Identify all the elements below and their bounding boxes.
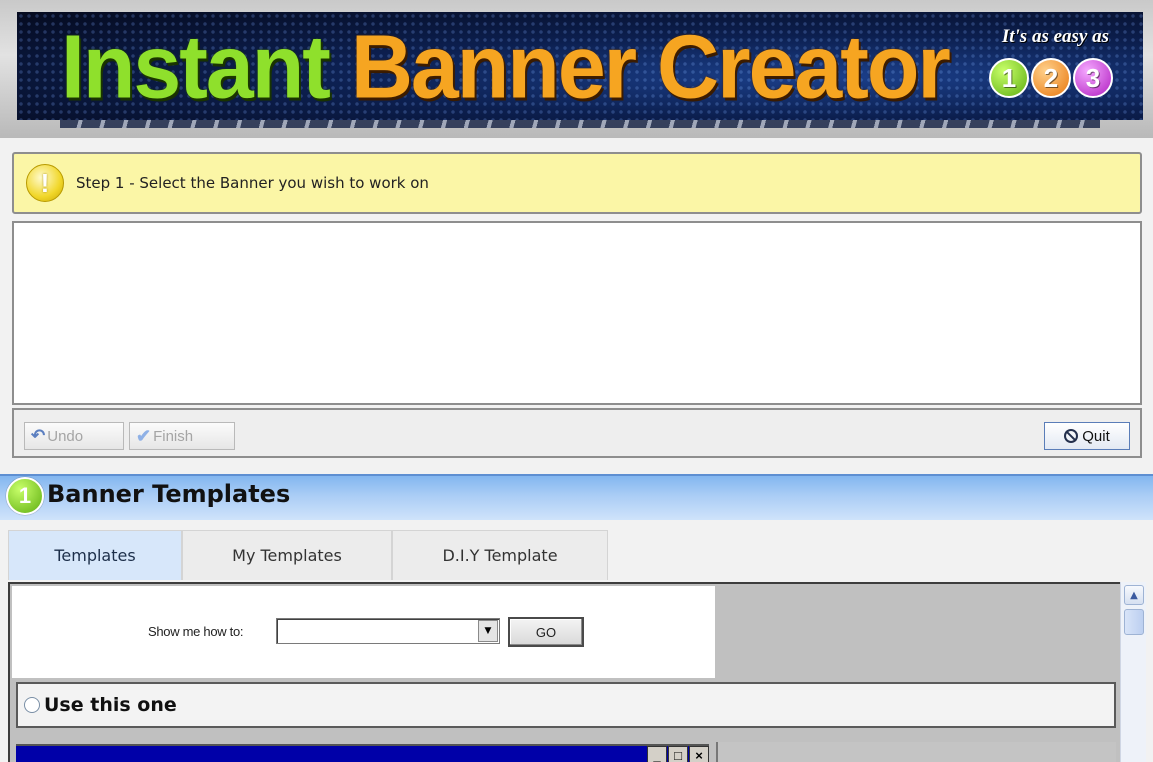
header-frame: Instant Banner Creator It's as easy as 1… — [0, 0, 1153, 138]
scroll-up-icon[interactable]: ▲ — [1124, 585, 1144, 605]
step-badges: 1 2 3 — [989, 58, 1113, 98]
templates-panel: Show me how to: ▼ GO Use this one _ □ × — [8, 582, 1120, 762]
show-me-label: Show me how to: — [148, 624, 244, 639]
checkmark-icon: ✔ — [136, 425, 152, 446]
badge-2: 2 — [1031, 58, 1071, 98]
step-instruction-bar: ! Step 1 - Select the Banner you wish to… — [12, 152, 1142, 214]
panel-scrollbar[interactable]: ▲ — [1120, 582, 1146, 762]
section-title: Banner Templates — [47, 480, 291, 508]
window-controls: _ □ × — [647, 746, 709, 762]
scroll-thumb[interactable] — [1124, 609, 1144, 635]
app-title-banner: Banner — [350, 16, 637, 118]
tab-diy-template[interactable]: D.I.Y Template — [392, 530, 608, 580]
quit-icon — [1064, 429, 1079, 443]
step-instruction-text: Step 1 - Select the Banner you wish to w… — [76, 174, 429, 192]
quit-label: Quit — [1082, 427, 1110, 445]
badge-3: 3 — [1073, 58, 1113, 98]
close-icon[interactable]: × — [689, 746, 709, 762]
app-banner: Instant Banner Creator It's as easy as 1… — [17, 12, 1143, 120]
templates-section-header: 1 Banner Templates — [0, 474, 1153, 520]
warning-icon: ! — [26, 164, 64, 202]
template-preview-window: _ □ × — [16, 744, 709, 762]
badge-1: 1 — [989, 58, 1029, 98]
go-button[interactable]: GO — [508, 617, 584, 647]
tab-templates[interactable]: Templates — [8, 530, 182, 580]
undo-icon: ↶ — [31, 426, 46, 445]
template-tabs: Templates My Templates D.I.Y Template — [8, 530, 608, 580]
tagline: It's as easy as — [1001, 26, 1109, 47]
banner-work-area[interactable] — [12, 221, 1142, 405]
undo-button[interactable]: ↶ Undo — [24, 422, 124, 450]
app-title-creator: Creator — [657, 16, 951, 118]
finish-button[interactable]: ✔ Finish — [129, 422, 235, 450]
tab-my-templates[interactable]: My Templates — [182, 530, 392, 580]
app-title: Instant Banner Creator — [61, 16, 951, 120]
show-me-dropdown[interactable]: ▼ — [276, 618, 500, 644]
minimize-icon[interactable]: _ — [647, 746, 667, 762]
undo-label: Undo — [47, 427, 84, 445]
use-this-one-row[interactable]: Use this one — [16, 682, 1116, 728]
chevron-down-icon[interactable]: ▼ — [478, 620, 498, 642]
decorative-stripe — [60, 120, 1100, 128]
section-number-badge: 1 — [6, 477, 44, 515]
quit-button[interactable]: Quit — [1044, 422, 1130, 450]
use-this-one-label: Use this one — [44, 694, 177, 716]
finish-label: Finish — [153, 427, 194, 445]
use-this-one-radio[interactable] — [24, 697, 40, 713]
show-me-how-box: Show me how to: ▼ GO — [12, 586, 715, 678]
action-toolbar: ↶ Undo ✔ Finish Quit — [12, 408, 1142, 458]
app-title-instant: Instant — [61, 16, 331, 118]
maximize-icon[interactable]: □ — [668, 746, 688, 762]
preview-side-area — [716, 742, 1116, 762]
